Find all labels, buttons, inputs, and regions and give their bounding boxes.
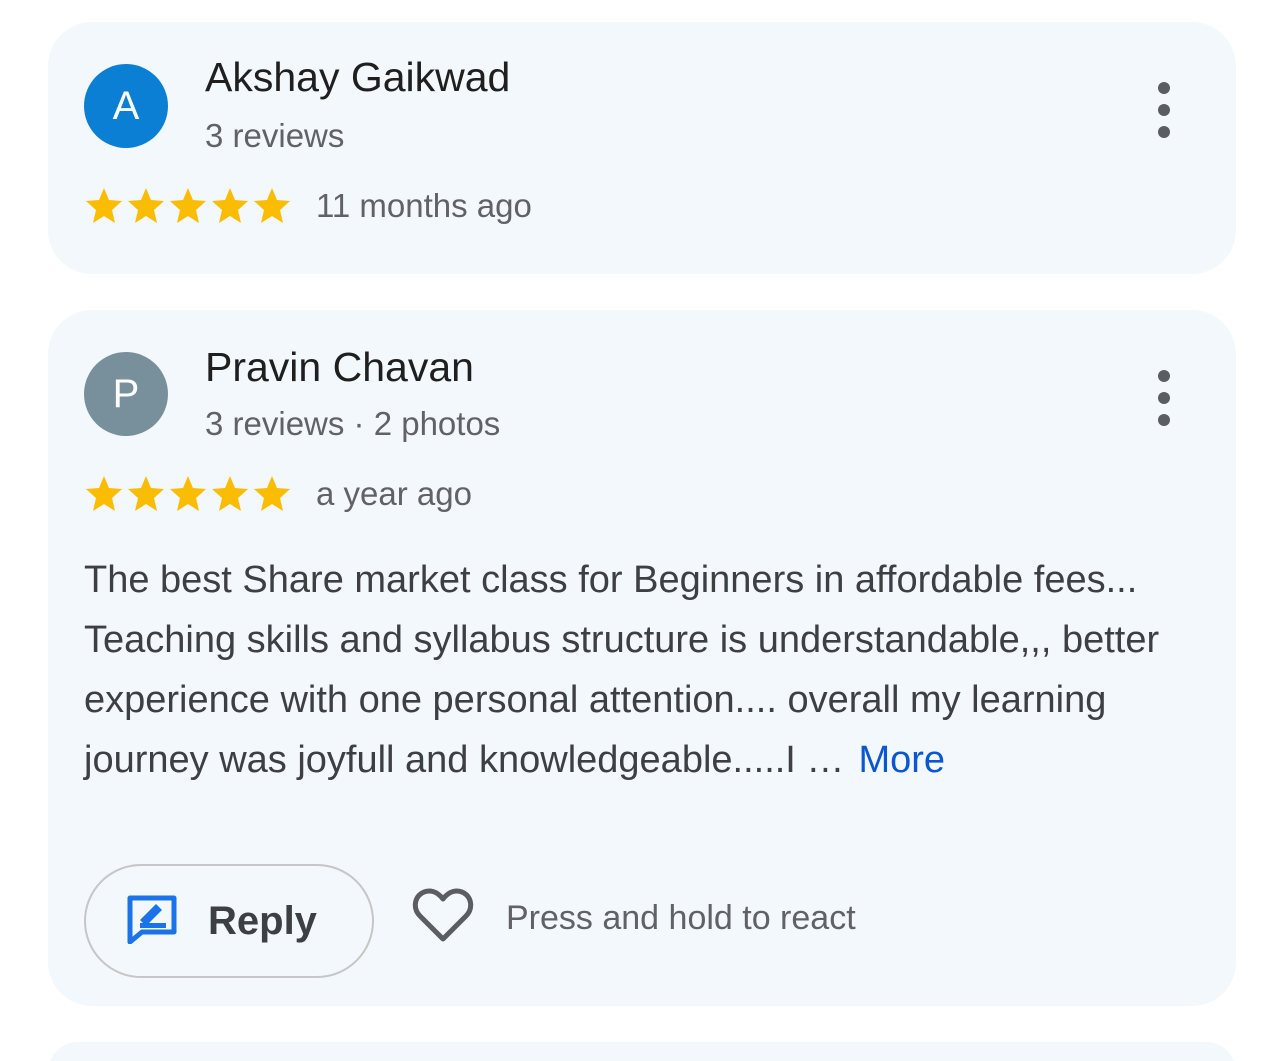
menu-dot — [1158, 104, 1170, 116]
star-icon — [84, 474, 124, 514]
review-card: A Akshay Gaikwad 3 reviews 11 months ago — [48, 22, 1236, 274]
star-icon — [168, 474, 208, 514]
avatar-letter: A — [112, 83, 140, 128]
star-icon — [168, 186, 208, 226]
review-card: P Pravin Chavan 3 reviews · 2 photos a y… — [48, 310, 1236, 1006]
review-date: a year ago — [316, 475, 472, 512]
react-button[interactable]: Press and hold to react — [412, 888, 856, 949]
rating-row: 11 months ago — [84, 186, 532, 226]
reviewer-meta: 3 reviews · 2 photos — [205, 405, 501, 442]
review-body: The best Share market class for Beginner… — [84, 559, 1160, 781]
more-vert-icon[interactable] — [1146, 370, 1182, 426]
reviewer-name[interactable]: Akshay Gaikwad — [205, 54, 510, 101]
avatar-letter: P — [112, 371, 140, 416]
react-label: Press and hold to react — [506, 899, 856, 937]
menu-dot — [1158, 126, 1170, 138]
star-icon — [210, 474, 250, 514]
reply-label: Reply — [208, 898, 317, 943]
reviewer-meta: 3 reviews — [205, 117, 345, 154]
rating-row: a year ago — [84, 474, 472, 514]
reviewer-name[interactable]: Pravin Chavan — [205, 344, 474, 391]
review-card — [48, 1042, 1236, 1061]
review-text: The best Share market class for Beginner… — [84, 550, 1184, 790]
star-icon — [84, 186, 124, 226]
reviews-list: A Akshay Gaikwad 3 reviews 11 months ago… — [0, 0, 1284, 1061]
menu-dot — [1158, 414, 1170, 426]
review-date: 11 months ago — [316, 187, 532, 224]
star-icon — [126, 474, 166, 514]
star-rating — [84, 186, 292, 226]
heart-icon — [412, 888, 474, 949]
reply-button[interactable]: Reply — [84, 864, 374, 978]
avatar[interactable]: P — [84, 352, 168, 436]
more-link[interactable]: More — [858, 739, 945, 781]
star-icon — [252, 186, 292, 226]
reply-icon — [126, 894, 178, 949]
avatar[interactable]: A — [84, 64, 168, 148]
star-icon — [126, 186, 166, 226]
star-rating — [84, 474, 292, 514]
menu-dot — [1158, 370, 1170, 382]
star-icon — [210, 186, 250, 226]
menu-dot — [1158, 82, 1170, 94]
more-vert-icon[interactable] — [1146, 82, 1182, 138]
menu-dot — [1158, 392, 1170, 404]
star-icon — [252, 474, 292, 514]
